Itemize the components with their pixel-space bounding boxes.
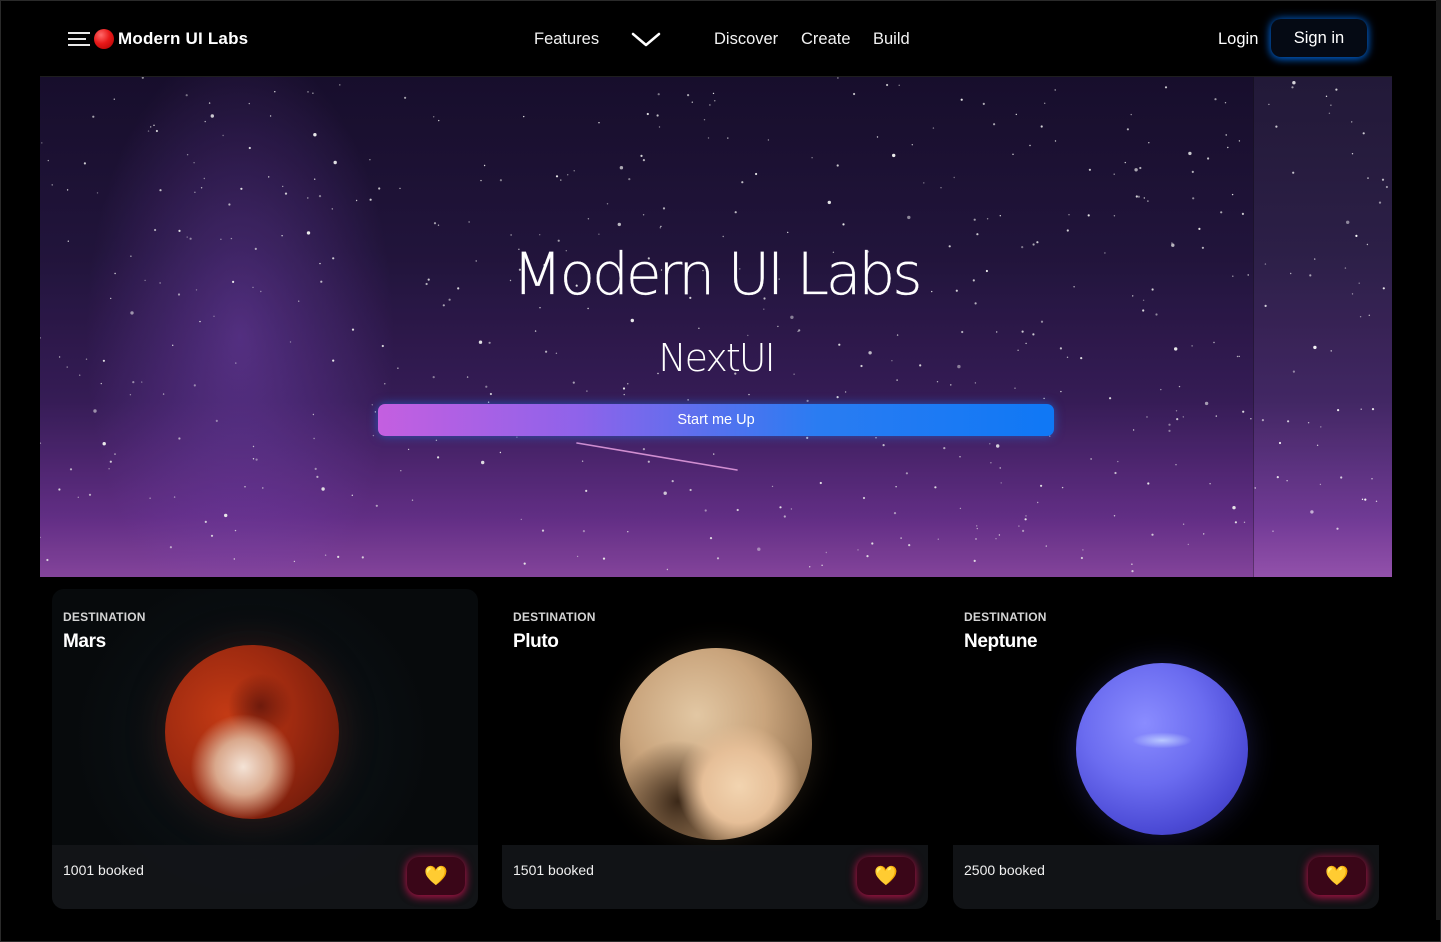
like-button[interactable]: 💛 [1308,857,1366,895]
card-footer: 1001 booked 💛 [52,845,478,909]
scrollbar-track[interactable] [1436,0,1441,920]
top-navbar: Modern UI Labs Features Discover Create … [40,0,1392,77]
card-title: Pluto [513,631,559,652]
destination-card-pluto[interactable]: DESTINATION Pluto 1501 booked 💛 [502,589,928,909]
start-me-up-button[interactable]: Start me Up [378,404,1054,436]
card-footer: 1501 booked 💛 [502,845,928,909]
login-link[interactable]: Login [1218,30,1258,49]
nav-link-create[interactable]: Create [801,30,851,49]
pluto-planet-image [620,648,812,840]
heart-icon: 💛 [424,866,448,887]
heart-icon: 💛 [874,866,898,887]
nav-link-discover[interactable]: Discover [714,30,778,49]
like-button[interactable]: 💛 [857,857,915,895]
hero-overlay [40,77,1253,577]
nav-link-features[interactable]: Features [534,30,599,49]
hero-section: Modern UI Labs NextUI Start me Up [40,77,1392,577]
hero-side-panel [1253,77,1392,577]
menu-icon[interactable] [68,32,90,46]
card-eyebrow: DESTINATION [964,610,1047,624]
card-footer: 2500 booked 💛 [953,845,1379,909]
card-eyebrow: DESTINATION [513,610,596,624]
nav-link-build[interactable]: Build [873,30,910,49]
booked-count: 1001 booked [63,862,144,878]
chevron-down-icon[interactable] [630,30,662,48]
like-button[interactable]: 💛 [407,857,465,895]
card-eyebrow: DESTINATION [63,610,146,624]
booked-count: 1501 booked [513,862,594,878]
sign-in-button[interactable]: Sign in [1271,19,1367,57]
neptune-planet-image [1076,663,1248,835]
hero-subtitle: NextUI [658,336,776,380]
booked-count: 2500 booked [964,862,1045,878]
heart-icon: 💛 [1325,866,1349,887]
destination-card-mars[interactable]: DESTINATION Mars 1001 booked 💛 [52,589,478,909]
mars-planet-image [165,645,339,819]
card-title: Mars [63,631,106,652]
hero-title: Modern UI Labs [512,240,922,308]
brand-name[interactable]: Modern UI Labs [118,29,248,49]
card-title: Neptune [964,631,1038,652]
brand-logo-icon[interactable] [94,29,114,49]
destination-card-neptune[interactable]: DESTINATION Neptune 2500 booked 💛 [953,589,1379,909]
